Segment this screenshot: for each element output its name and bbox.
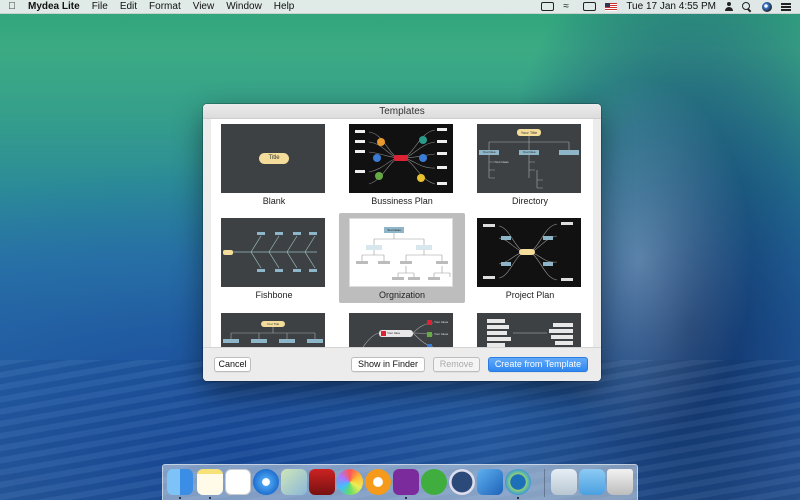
menu-file[interactable]: File [86, 0, 114, 14]
notes-icon[interactable] [197, 469, 223, 495]
project-plan-mindmap [483, 222, 573, 281]
menu-help[interactable]: Help [268, 0, 301, 14]
dialog-footer: Cancel Show in Finder Remove Create from… [203, 347, 601, 381]
template-tile-blank[interactable]: Title Blank [211, 119, 337, 209]
menu-window[interactable]: Window [220, 0, 268, 14]
ibooks-icon[interactable] [365, 469, 391, 495]
finder-icon[interactable] [167, 469, 193, 495]
template-thumb-project-plan [477, 218, 581, 287]
running-indicator [179, 497, 181, 499]
siri-icon[interactable] [762, 1, 772, 12]
xcode-icon[interactable] [477, 469, 503, 495]
sourcetree-icon[interactable] [449, 469, 475, 495]
template-tile-stack[interactable] [467, 308, 593, 347]
thumb-title-node: Title [259, 153, 289, 164]
menu-app-name[interactable]: Mydea Lite [24, 1, 86, 12]
preview-icon[interactable] [281, 469, 307, 495]
template-thumb-directory: Your Title Your Idea Your Idea Text Idea… [477, 124, 581, 193]
business-plan-mindmap [355, 128, 447, 185]
thumb-node: Your Idea [387, 331, 400, 335]
mydea-icon[interactable] [505, 469, 531, 495]
template-tile-orgnization[interactable]: Test Ideas Orgnization [339, 213, 465, 303]
thumb-title-node: Your Title [266, 322, 280, 326]
evernote-icon[interactable] [421, 469, 447, 495]
thumb-title-node: Your Title [520, 130, 538, 135]
create-from-template-button[interactable]: Create from Template [488, 357, 588, 372]
template-label: Blank [262, 196, 286, 206]
timeline-diagram [223, 321, 323, 343]
dock [162, 464, 638, 500]
template-tile-timeline[interactable]: Your Title [211, 308, 337, 347]
notification-center-icon[interactable] [781, 2, 792, 11]
running-indicator [209, 497, 211, 499]
template-thumb-timeline: Your Title [221, 313, 325, 347]
menu-bar:  Mydea Lite File Edit Format View Windo… [0, 0, 800, 14]
thumb-node: Your Idea [482, 150, 496, 154]
templates-grid[interactable]: Title Blank Bussiness Plan Your Title Yo… [211, 119, 593, 347]
menu-format[interactable]: Format [143, 0, 187, 14]
dock-separator [544, 469, 545, 497]
photos-icon[interactable] [337, 469, 363, 495]
template-label: Project Plan [505, 290, 555, 300]
thumb-node: Text Ideas [495, 160, 509, 164]
stack-diagram [487, 319, 573, 347]
template-tile-directory[interactable]: Your Title Your Idea Your Idea Text Idea… [467, 119, 593, 209]
thumb-node: Your Idea [522, 150, 536, 154]
template-thumb-orgnization: Test Ideas [349, 218, 453, 287]
menu-view[interactable]: View [187, 0, 221, 14]
downloads-folder-icon[interactable] [551, 469, 577, 495]
dialog-title: Templates [203, 104, 601, 119]
template-label: Fishbone [255, 290, 293, 300]
safari-icon[interactable] [253, 469, 279, 495]
thumb-node: Your Ideas [434, 332, 449, 336]
input-source-flag-icon[interactable] [605, 2, 618, 11]
template-thumb-blank: Title [221, 124, 325, 193]
templates-dialog: Templates Title Blank Bussiness Plan You… [203, 104, 601, 381]
apple-menu-icon[interactable]:  [0, 1, 24, 12]
template-label: Orgnization [378, 290, 426, 300]
template-tile-business-plan[interactable]: Bussiness Plan [339, 119, 465, 209]
wifi-icon[interactable]: ≈ [563, 2, 574, 12]
template-label: Bussiness Plan [371, 196, 433, 206]
template-label: Directory [511, 196, 548, 206]
user-icon[interactable] [725, 2, 733, 11]
thumb-node: Your Ideas [434, 320, 449, 324]
fishbone-diagram [223, 232, 317, 272]
template-thumb-fishbone [221, 218, 325, 287]
battery-icon[interactable] [583, 2, 597, 11]
show-in-finder-button[interactable]: Show in Finder [351, 357, 425, 372]
photo-booth-icon[interactable] [309, 469, 335, 495]
menu-edit[interactable]: Edit [114, 0, 143, 14]
running-indicator [405, 497, 407, 499]
documents-folder-icon[interactable] [579, 469, 605, 495]
remove-button[interactable]: Remove [433, 357, 480, 372]
thumb-title-node: Test Ideas [387, 228, 401, 232]
running-indicator [517, 497, 519, 499]
template-thumb-stack [477, 313, 581, 347]
menu-clock[interactable]: Tue 17 Jan 4:55 PM [626, 1, 716, 12]
template-tile-project-plan[interactable]: Project Plan [467, 213, 593, 303]
trash-icon[interactable] [607, 469, 633, 495]
spotlight-search-icon[interactable] [742, 2, 753, 11]
onenote-icon[interactable] [393, 469, 419, 495]
template-tile-fishbone[interactable]: Fishbone [211, 213, 337, 303]
cancel-button[interactable]: Cancel [214, 357, 251, 372]
template-thumb-business-plan [349, 124, 453, 193]
template-thumb-colored-list: Your Idea Your Ideas Your Ideas [349, 313, 453, 347]
template-tile-colored-list[interactable]: Your Idea Your Ideas Your Ideas [339, 308, 465, 347]
reminders-icon[interactable] [225, 469, 251, 495]
battery-status-icon[interactable] [541, 2, 555, 11]
